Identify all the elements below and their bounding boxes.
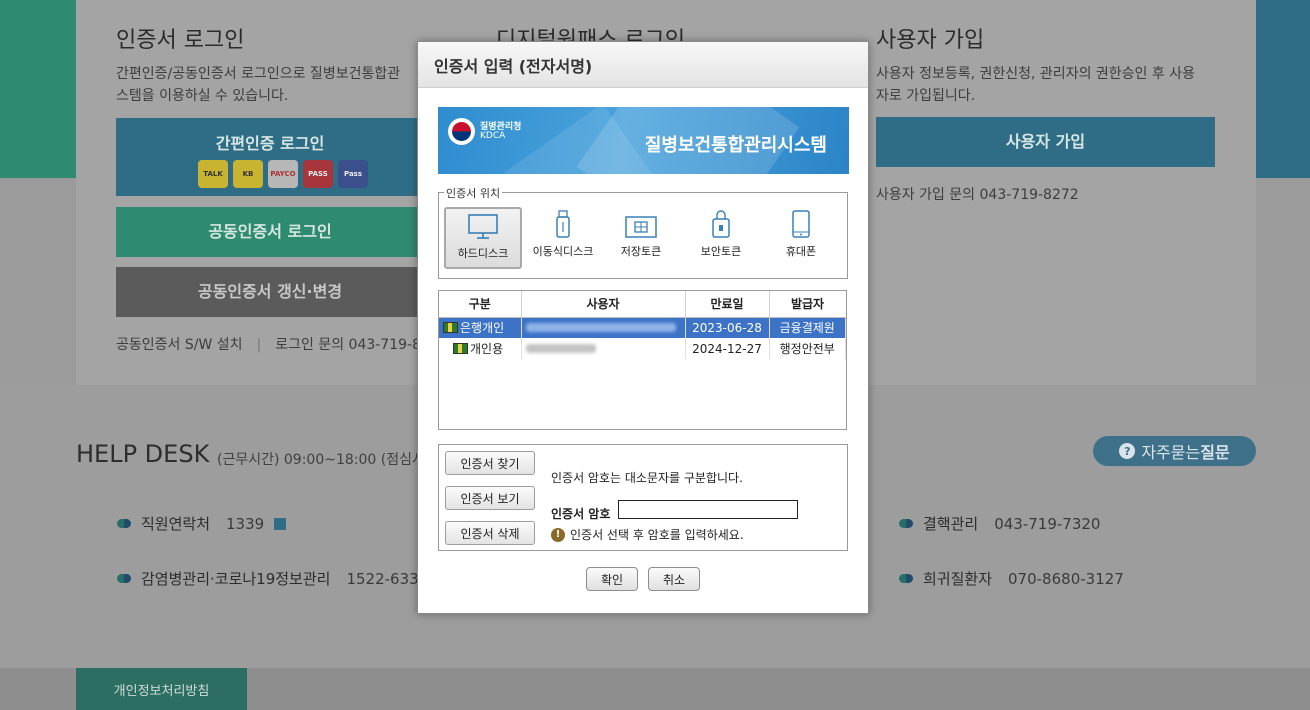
helpdesk-hours: (근무시간) 09:00~18:00 (점심시: [217, 452, 425, 468]
col-user[interactable]: 사용자: [521, 291, 686, 318]
login-inquiry: 로그인 문의 043-719-8: [275, 337, 421, 353]
system-name: 질병보건통합관리시스템: [644, 135, 827, 156]
cert-login-title: 인증서 로그인: [116, 28, 245, 53]
bg-accent-left: [0, 0, 80, 178]
cert-dialog: 인증서 입력 (전자서명) 질병관리청 KDCA 질병보건통합관리시스템 인증서…: [417, 41, 869, 614]
bullet-icon: [899, 574, 913, 583]
password-label: 인증서 암호: [551, 507, 611, 521]
cert-user-cell: [521, 338, 686, 359]
bg-accent-right: [1255, 0, 1310, 178]
ok-button[interactable]: 확인: [586, 567, 638, 591]
signup-inquiry: 사용자 가입 문의 043-719-8272: [876, 187, 1079, 203]
payco-icon: PAYCO: [268, 160, 298, 188]
col-issuer[interactable]: 발급자: [769, 291, 846, 318]
location-phone[interactable]: 휴대폰: [762, 207, 840, 269]
certificate-icon: [453, 343, 468, 354]
kakao-talk-icon: TALK: [198, 160, 228, 188]
faq-button[interactable]: ? 자주묻는질문: [1093, 436, 1256, 466]
dialog-title: 인증서 입력 (전자서명): [418, 42, 868, 88]
location-hard-disk[interactable]: 하드디스크: [444, 207, 522, 269]
cert-expiry-cell: 2023-06-28: [685, 317, 770, 338]
cert-type-cell: 은행개인: [439, 317, 522, 338]
signup-title: 사용자 가입: [876, 28, 985, 53]
org-abbr: KDCA: [480, 131, 506, 141]
token-icon: [625, 216, 657, 238]
samsung-pass-icon: Pass: [338, 160, 368, 188]
kb-icon: KB: [233, 160, 263, 188]
cert-location-legend: 인증서 위치: [444, 185, 503, 201]
certificate-icon: [443, 322, 458, 334]
question-icon: ?: [1119, 443, 1136, 459]
find-cert-button[interactable]: 인증서 찾기: [445, 451, 535, 475]
bullet-icon: [899, 519, 913, 528]
contact-rare: 희귀질환자 070-8680-3127: [899, 568, 1124, 589]
pass-icon: PASS: [303, 160, 333, 188]
system-banner: 질병관리청 KDCA 질병보건통합관리시스템: [438, 107, 849, 174]
usb-icon: [556, 210, 570, 238]
cert-renew-button[interactable]: 공동인증서 갱신·변경: [116, 267, 424, 317]
cert-user-cell: [521, 317, 686, 338]
joint-cert-login-button[interactable]: 공동인증서 로그인: [116, 207, 424, 257]
bullet-icon: [117, 519, 131, 528]
phone-icon: [792, 210, 810, 238]
link-separator: |: [256, 337, 262, 353]
simple-auth-badges: TALK KB PAYCO PASS Pass: [198, 160, 368, 188]
helpdesk-title: HELP DESK: [76, 440, 210, 468]
col-type[interactable]: 구분: [439, 291, 522, 318]
cert-location-group: 인증서 위치 하드디스크 이동식디스크 저장토큰 보안토큰 휴대폰: [438, 185, 848, 279]
delete-cert-button[interactable]: 인증서 삭제: [445, 521, 535, 545]
contact-tb: 결핵관리 043-719-7320: [899, 513, 1100, 534]
privacy-policy-link[interactable]: 개인정보처리방침: [76, 668, 247, 710]
sw-install-link[interactable]: 공동인증서 S/W 설치: [116, 334, 243, 356]
password-case-note: 인증서 암호는 대소문자를 구분합니다.: [551, 471, 743, 485]
cert-login-links: 공동인증서 S/W 설치 | 로그인 문의 043-719-8: [116, 334, 421, 356]
cert-type-cell: 개인용: [439, 338, 522, 359]
password-input[interactable]: [618, 500, 798, 519]
cert-action-area: 인증서 찾기 인증서 보기 인증서 삭제 인증서 암호는 대소문자를 구분합니다…: [438, 444, 848, 551]
location-security-token[interactable]: 보안토큰: [682, 207, 760, 269]
cert-issuer-cell: 금융결제원: [769, 317, 846, 338]
signup-button[interactable]: 사용자 가입: [876, 117, 1215, 167]
cert-list-table: 구분 사용자 만료일 발급자 은행개인 2023-06-28 금융결제원 개인용…: [438, 290, 847, 430]
col-expiry[interactable]: 만료일: [685, 291, 770, 318]
password-hint: ! 인증서 선택 후 암호를 입력하세요.: [551, 526, 744, 543]
warning-icon: !: [551, 527, 565, 542]
lock-token-icon: [712, 210, 730, 238]
contact-infection: 감염병관리·코로나19정보관리 1522-6339: [117, 568, 428, 589]
monitor-icon: [468, 214, 498, 239]
kdca-logo-icon: [448, 118, 475, 145]
table-row[interactable]: 은행개인 2023-06-28 금융결제원: [439, 317, 846, 338]
bullet-icon: [117, 574, 131, 583]
signup-desc: 사용자 정보등록, 권한신청, 관리자의 권한승인 후 사용 자로 가입됩니다.: [876, 66, 1195, 104]
contact-staff: 직원연락처 1339: [117, 513, 287, 534]
cert-expiry-cell: 2024-12-27: [685, 338, 770, 359]
cancel-button[interactable]: 취소: [648, 567, 700, 591]
cert-issuer-cell: 행정안전부: [769, 338, 846, 359]
table-row[interactable]: 개인용 2024-12-27 행정안전부: [439, 338, 846, 359]
external-link-icon[interactable]: [274, 517, 287, 530]
location-removable-disk[interactable]: 이동식디스크: [524, 207, 602, 269]
cert-login-desc: 간편인증/공동인증서 로그인으로 질병보건통합관 스템을 이용하실 수 있습니다…: [116, 66, 401, 104]
view-cert-button[interactable]: 인증서 보기: [445, 486, 535, 510]
location-storage-token[interactable]: 저장토큰: [602, 207, 680, 269]
